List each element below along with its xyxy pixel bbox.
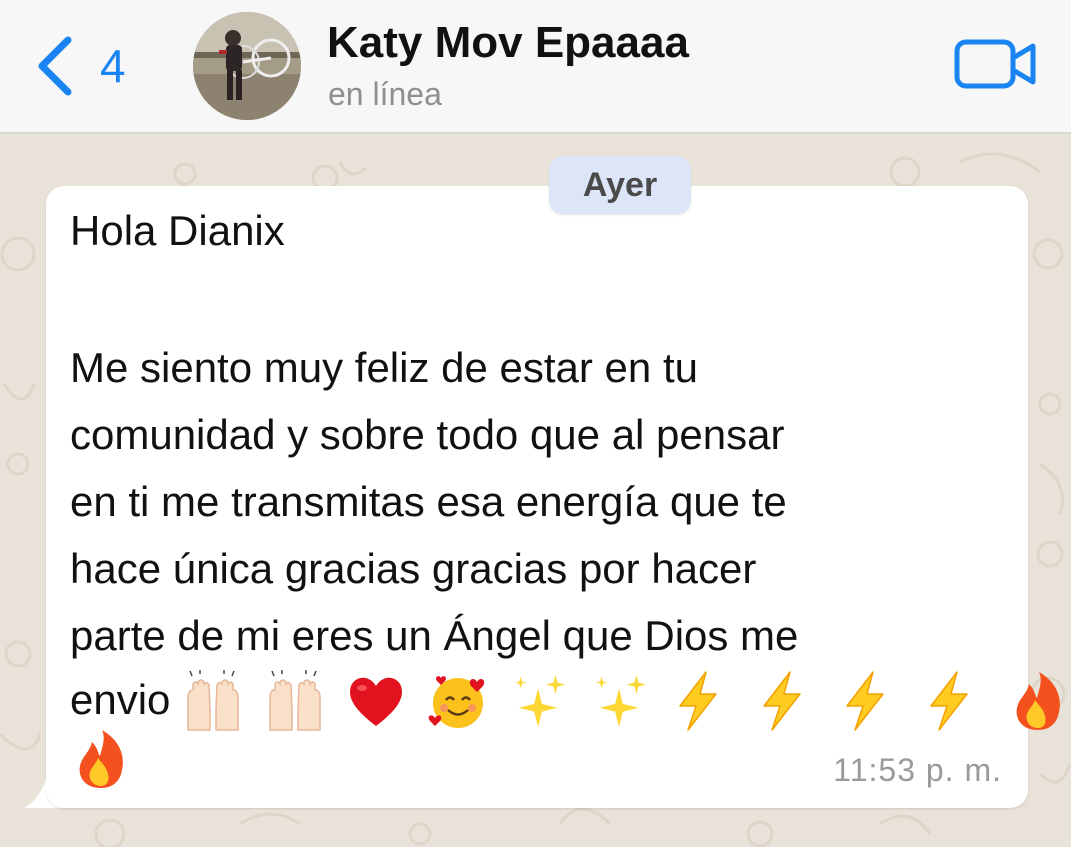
raising-hands-icon	[187, 670, 239, 731]
sparkles-icon	[514, 674, 565, 728]
avatar[interactable]	[193, 12, 301, 120]
red-heart-icon	[350, 677, 403, 726]
message-line: Me siento muy feliz de estar en tu	[70, 344, 698, 391]
message-line: en ti me transmitas esa energía que te	[70, 478, 787, 525]
message-emoji-line: envio	[70, 666, 1071, 733]
high-voltage-icon	[763, 671, 801, 731]
high-voltage-icon	[846, 671, 885, 731]
smiling-face-with-hearts-icon	[428, 676, 485, 728]
raising-hands-icon	[269, 670, 321, 731]
high-voltage-icon	[930, 671, 968, 731]
contact-status: en línea	[328, 76, 442, 112]
date-separator: Ayer	[549, 156, 691, 214]
message-line: comunidad y sobre todo que al pensar	[70, 411, 785, 458]
unread-count[interactable]: 4	[100, 38, 126, 94]
message-last-word: envio	[70, 676, 171, 723]
incoming-message-bubble[interactable]: Hola Dianix Me siento muy feliz de estar…	[46, 186, 1060, 808]
contact-name[interactable]: Katy Mov Epaaaa	[327, 16, 689, 70]
fire-icon	[1016, 672, 1060, 730]
sparkles-icon	[596, 674, 647, 728]
fire-icon	[79, 730, 123, 788]
message-greeting: Hola Dianix	[70, 207, 285, 254]
back-chevron-icon[interactable]	[30, 34, 80, 98]
message-line: parte de mi eres un Ángel que Dios me	[70, 612, 799, 659]
chat-header: 4 Katy Mov Epaaaa en línea	[0, 0, 1071, 134]
video-call-icon[interactable]	[953, 34, 1039, 94]
high-voltage-icon	[679, 671, 717, 731]
message-line: hace única gracias gracias por hacer	[70, 545, 757, 592]
message-body: Me siento muy feliz de estar en tu comun…	[70, 334, 990, 669]
message-emoji-line	[70, 724, 140, 791]
message-timestamp: 11:53 p. m.	[833, 752, 1002, 788]
